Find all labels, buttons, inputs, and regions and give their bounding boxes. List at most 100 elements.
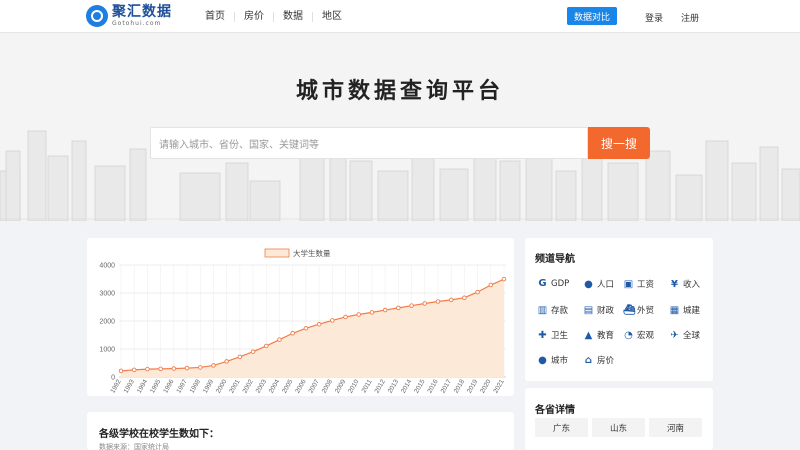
logo-subtitle: Gotohui.com: [112, 20, 162, 27]
data-point[interactable]: [224, 359, 229, 364]
data-point[interactable]: [303, 326, 309, 331]
nav-home[interactable]: 首页: [196, 11, 235, 22]
x-tick-label: 2013: [387, 378, 400, 394]
hero-title: 城市数据查询平台: [295, 79, 504, 104]
data-point[interactable]: [250, 349, 256, 354]
data-point[interactable]: [396, 305, 401, 311]
x-tick-label: 1993: [123, 378, 136, 394]
x-tick-label: 1998: [189, 378, 202, 394]
data-point[interactable]: [501, 276, 507, 282]
channel-label: 全球: [683, 331, 701, 341]
data-point[interactable]: [422, 301, 428, 306]
channel-label: 人口: [597, 280, 615, 290]
y-tick-label: 3000: [99, 291, 115, 298]
search-input[interactable]: 请输入城市、省份、国家、关键词等: [150, 127, 588, 159]
y-tick-label: 2000: [99, 319, 115, 326]
channel-g-link[interactable]: G GDP: [537, 278, 569, 289]
channel-doc-link[interactable]: ▤ 财政: [583, 304, 614, 317]
x-tick-label: 2011: [361, 378, 374, 394]
x-tick-label: 2009: [334, 378, 347, 394]
data-point[interactable]: [290, 331, 295, 336]
data-point[interactable]: [488, 282, 494, 288]
province-shandong[interactable]: 山东: [592, 418, 645, 437]
x-tick-label: 2019: [466, 378, 479, 394]
data-point[interactable]: [264, 343, 269, 349]
register-link[interactable]: 注册: [681, 11, 699, 24]
pin-icon: ●: [538, 354, 547, 366]
x-tick-label: 2001: [228, 378, 241, 394]
yen-icon: ¥: [671, 278, 678, 290]
y-tick-label: 4000: [99, 263, 115, 270]
channel-bank-link[interactable]: ▥ 存款: [537, 304, 569, 317]
data-point[interactable]: [277, 337, 282, 342]
data-point[interactable]: [369, 310, 375, 315]
channel-train-link[interactable]: ▦ 城建: [669, 304, 700, 317]
g-icon: G: [538, 278, 547, 289]
nav-data[interactable]: 数据: [274, 11, 313, 22]
channel-money-link[interactable]: ▣ 工资: [623, 278, 655, 291]
data-point[interactable]: [462, 295, 467, 300]
cap-icon: ▲: [584, 329, 593, 341]
x-tick-label: 2014: [400, 378, 413, 394]
x-tick-label: 1996: [162, 378, 175, 394]
channel-medkit-link[interactable]: ✚ 卫生: [537, 329, 569, 342]
channel-nav-title: 频道导航: [535, 254, 575, 265]
data-point[interactable]: [475, 289, 480, 295]
province-title: 各省详情: [535, 405, 575, 416]
channel-person-link[interactable]: ● 人口: [583, 278, 615, 291]
channel-nav-card: 频道导航 G GDP ● 人口 ▣ 工资 ¥ 收入 ▥ 存款 ▤ 财政 ⛴ 外贸 ▦ 城建 ✚ 卫生 ▲ 教育 ◔ 宏观 ✈…: [525, 238, 713, 381]
data-point[interactable]: [435, 299, 441, 304]
x-tick-label: 2000: [215, 378, 228, 394]
data-point[interactable]: [356, 312, 361, 317]
x-tick-label: 2021: [492, 378, 505, 394]
channel-label: 房价: [597, 356, 615, 366]
channel-pie-link[interactable]: ◔ 宏观: [623, 329, 654, 342]
nav-house-price[interactable]: 房价: [235, 11, 274, 22]
x-tick-label: 2020: [479, 378, 492, 394]
x-tick-label: 2006: [294, 378, 307, 394]
data-point[interactable]: [118, 368, 124, 374]
data-compare-button[interactable]: 数据对比: [567, 7, 617, 25]
x-tick-label: 2003: [255, 378, 268, 394]
data-point[interactable]: [316, 321, 322, 327]
province-henan[interactable]: 河南: [649, 418, 702, 437]
data-point[interactable]: [409, 303, 414, 308]
channel-label: 工资: [637, 280, 655, 290]
data-point[interactable]: [131, 367, 137, 373]
channel-pin-link[interactable]: ● 城市: [537, 354, 568, 367]
data-point[interactable]: [184, 365, 190, 371]
data-point[interactable]: [237, 354, 243, 360]
channel-label: 卫生: [551, 331, 569, 341]
channel-plane-link[interactable]: ✈ 全球: [669, 329, 701, 342]
channel-label: 存款: [551, 306, 569, 316]
x-tick-label: 1995: [149, 378, 162, 394]
data-point[interactable]: [343, 314, 348, 320]
site-logo[interactable]: 聚汇数据 Gotohui.com: [86, 5, 172, 27]
home-icon: ⌂: [584, 354, 593, 366]
channel-yen-link[interactable]: ¥ 收入: [669, 278, 700, 291]
x-tick-label: 2010: [347, 378, 360, 394]
province-guangdong[interactable]: 广东: [535, 418, 588, 437]
login-link[interactable]: 登录: [645, 11, 663, 24]
info-title: 各级学校在校学生数如下：: [99, 429, 219, 440]
data-point[interactable]: [211, 363, 216, 368]
data-point[interactable]: [448, 297, 454, 303]
medkit-icon: ✚: [538, 329, 547, 341]
x-tick-label: 2018: [453, 378, 466, 394]
data-point[interactable]: [197, 365, 203, 370]
x-tick-label: 2002: [242, 378, 255, 394]
x-tick-label: 2004: [268, 378, 281, 394]
data-point[interactable]: [171, 366, 177, 371]
data-point[interactable]: [145, 366, 150, 372]
data-point[interactable]: [382, 307, 388, 313]
channel-ship-link[interactable]: ⛴ 外贸: [623, 304, 654, 317]
x-tick-label: 2012: [374, 378, 387, 394]
x-tick-label: 2017: [440, 378, 453, 394]
series-area: [121, 279, 504, 377]
channel-cap-link[interactable]: ▲ 教育: [583, 329, 614, 342]
data-point[interactable]: [330, 318, 335, 323]
channel-home-link[interactable]: ⌂ 房价: [583, 354, 615, 367]
nav-region[interactable]: 地区: [313, 11, 351, 22]
data-point[interactable]: [158, 366, 163, 372]
search-button[interactable]: 搜一搜: [588, 127, 650, 159]
